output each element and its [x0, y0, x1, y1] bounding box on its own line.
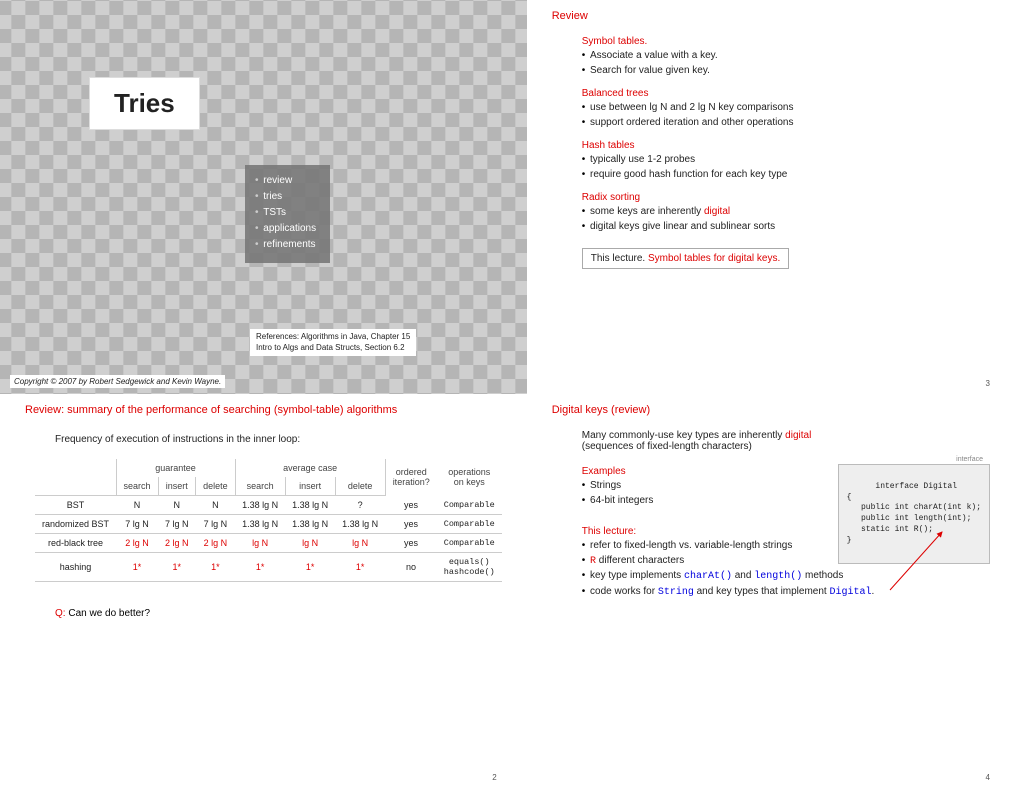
lecture-box: This lecture. Symbol tables for digital …	[582, 248, 790, 269]
table-row: randomized BST7 lg N7 lg N7 lg N1.38 lg …	[35, 515, 502, 534]
toc-item: refinements	[255, 237, 316, 253]
slide-title: Review: summary of the performance of se…	[25, 404, 502, 416]
list-item: require good hash function for each key …	[592, 168, 995, 183]
intro-line: Many commonly-use key types are inherent…	[582, 430, 995, 441]
toc-box: reviewtriesTSTsapplicationsrefinements	[245, 165, 330, 263]
footer-pre: This lecture.	[591, 253, 648, 264]
list-item: Search for value given key.	[592, 64, 995, 79]
section-head: Radix sorting	[582, 192, 995, 203]
table-row: red-black tree2 lg N2 lg N2 lg Nlg Nlg N…	[35, 534, 502, 553]
toc-item: tries	[255, 189, 316, 205]
section-head: Symbol tables.	[582, 36, 995, 47]
toc-item: applications	[255, 221, 316, 237]
page-number: 4	[986, 773, 990, 782]
performance-table: guarantee average case orderediteration?…	[35, 459, 502, 582]
table-row: BSTNNN1.38 lg N1.38 lg N?yesComparable	[35, 496, 502, 515]
slide-digital-keys: Digital keys (review) Many commonly-use …	[527, 394, 1020, 788]
slide-title: Review	[552, 10, 995, 22]
toc-item: TSTs	[255, 205, 316, 221]
slide-title: Tries reviewtriesTSTsapplicationsrefinem…	[0, 0, 527, 394]
page-number: 3	[986, 379, 990, 388]
slide-title: Digital keys (review)	[552, 404, 995, 416]
page-number: 2	[492, 773, 496, 782]
presentation-title: Tries	[90, 78, 199, 129]
copyright: Copyright © 2007 by Robert Sedgewick and…	[10, 375, 225, 388]
slide-perf-table: Review: summary of the performance of se…	[0, 394, 527, 788]
slide-review: Review Symbol tables. Associate a value w…	[527, 0, 1020, 394]
arrow-icon	[886, 524, 956, 594]
intro-line2: (sequences of fixed-length characters)	[582, 441, 995, 452]
section-head: Balanced trees	[582, 88, 995, 99]
subtitle: Frequency of execution of instructions i…	[55, 434, 502, 445]
list-item: Associate a value with a key.	[592, 49, 995, 64]
list-item: typically use 1-2 probes	[592, 153, 995, 168]
section-head: Hash tables	[582, 140, 995, 151]
code-label: interface	[956, 455, 983, 464]
ref-line: References: Algorithms in Java, Chapter …	[256, 332, 410, 342]
list-item: use between lg N and 2 lg N key comparis…	[592, 101, 995, 116]
toc-item: review	[255, 173, 316, 189]
table-row: hashing1*1*1*1*1*1*noequals()hashcode()	[35, 553, 502, 582]
section-list: use between lg N and 2 lg N key comparis…	[582, 101, 995, 130]
list-item: digital keys give linear and sublinear s…	[592, 220, 995, 235]
references: References: Algorithms in Java, Chapter …	[250, 329, 416, 356]
ref-line: Intro to Algs and Data Structs, Section …	[256, 343, 410, 353]
footer-red: Symbol tables for digital keys.	[648, 253, 780, 264]
list-item: support ordered iteration and other oper…	[592, 116, 995, 131]
section-list: Associate a value with a key.Search for …	[582, 49, 995, 78]
list-item: some keys are inherently digital	[592, 205, 995, 220]
section-list: typically use 1-2 probesrequire good has…	[582, 153, 995, 182]
question: Q: Can we do better?	[55, 608, 502, 619]
section-list: some keys are inherently digitaldigital …	[582, 205, 995, 234]
